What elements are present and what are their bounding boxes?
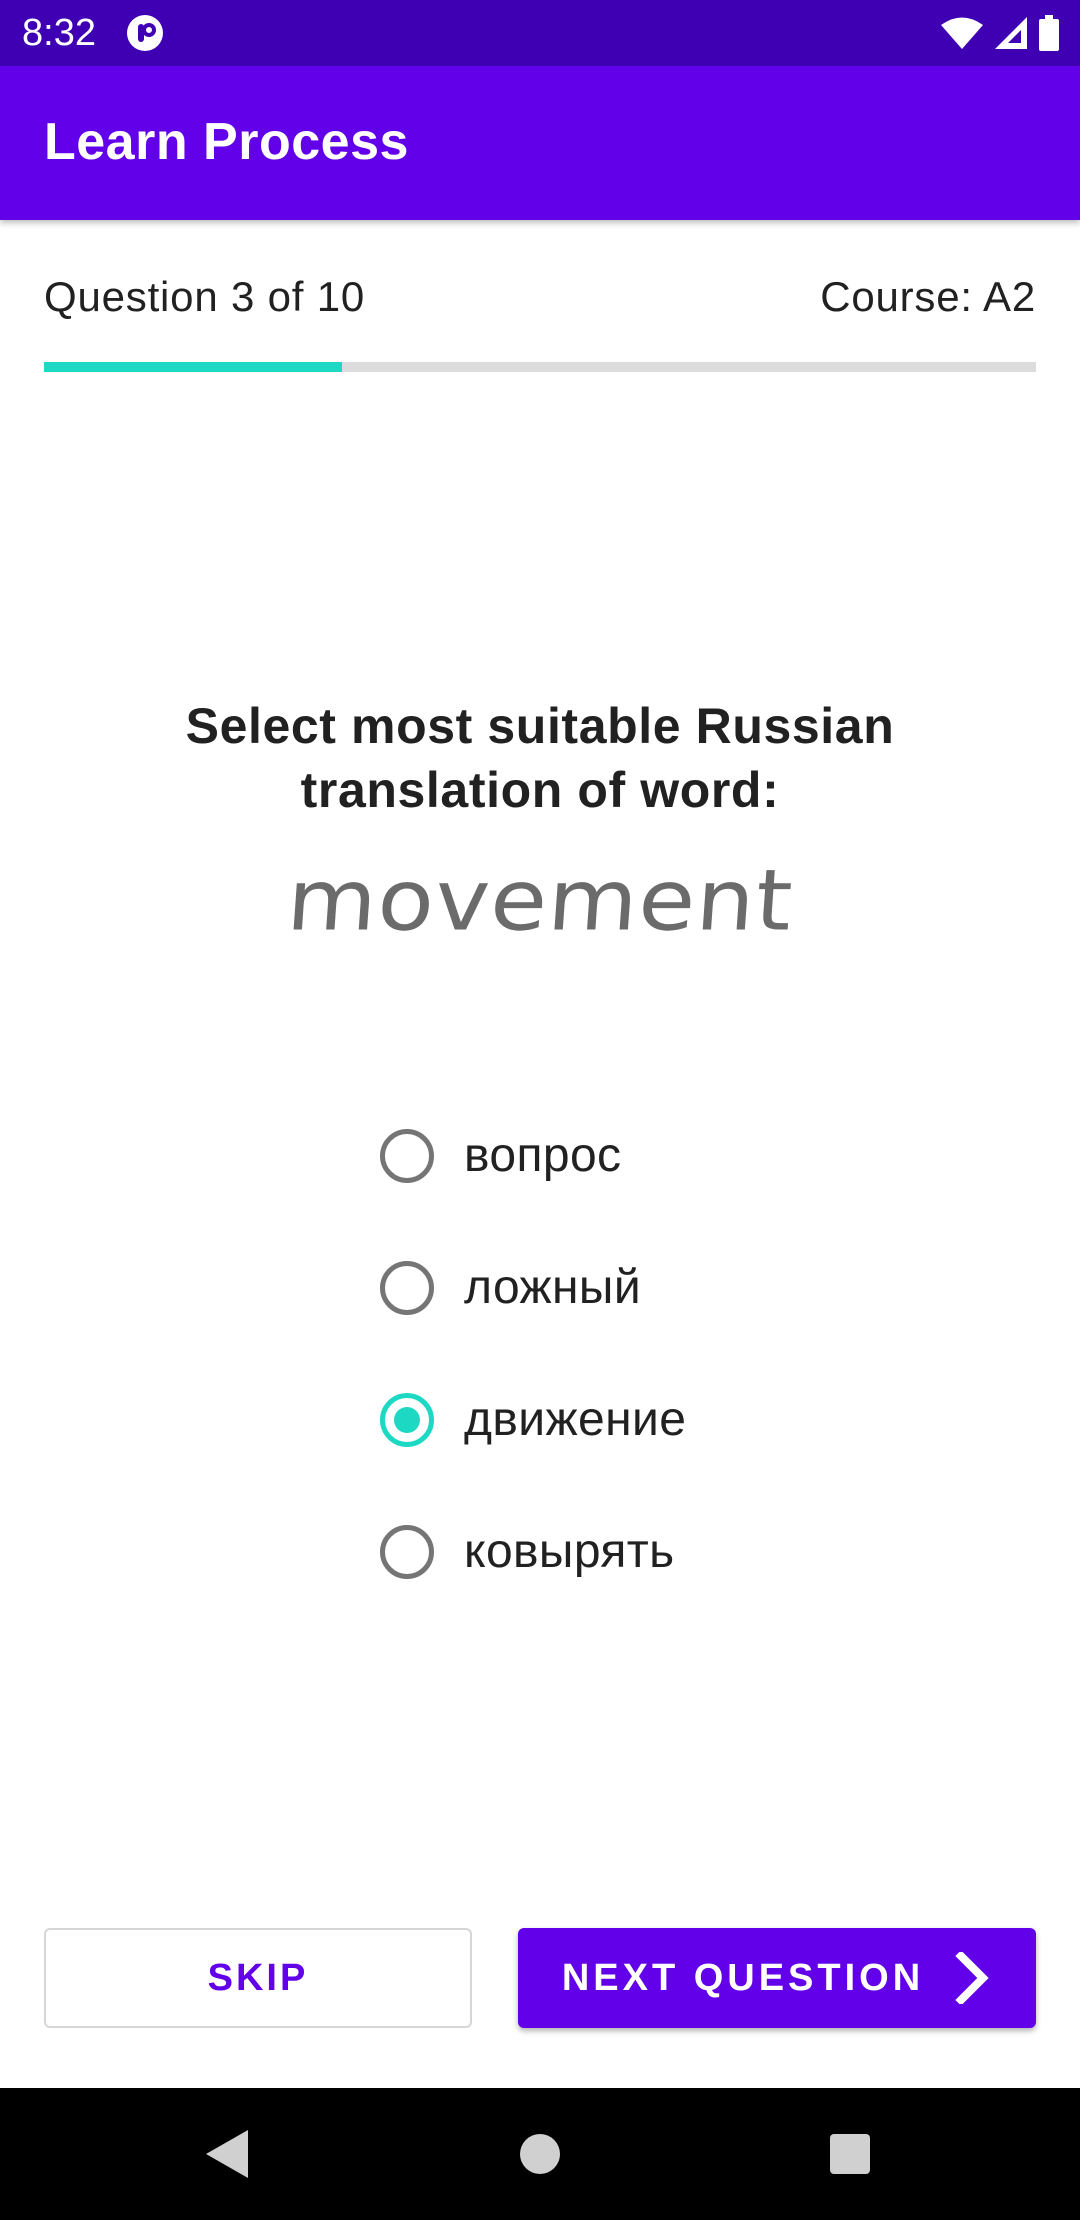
course-label: Course: A2 [820, 273, 1036, 320]
option-4[interactable]: ковырять [380, 1486, 980, 1618]
radio-button[interactable] [380, 1525, 434, 1579]
chevron-right-icon [955, 1952, 989, 2004]
radio-button[interactable] [380, 1393, 434, 1447]
back-icon[interactable] [202, 2128, 252, 2180]
option-3[interactable]: движение [380, 1354, 980, 1486]
next-question-button[interactable]: NEXT QUESTION [518, 1928, 1036, 2028]
status-icons [940, 14, 1060, 52]
option-label: ковырять [464, 1525, 675, 1578]
system-nav-bar [0, 2088, 1080, 2220]
skip-button[interactable]: SKIP [44, 1928, 472, 2028]
next-question-label: NEXT QUESTION [561, 1956, 925, 1999]
app-notification-icon [127, 15, 163, 51]
question-counter: Question 3 of 10 [44, 273, 366, 320]
option-label: вопрос [464, 1129, 622, 1182]
answer-options: вопрос ложный движение ковырять [380, 1090, 980, 1618]
recents-icon[interactable] [830, 2134, 870, 2174]
progress-bar [44, 362, 1036, 372]
option-2[interactable]: ложный [380, 1222, 980, 1354]
skip-button-label: SKIP [207, 1956, 309, 1999]
app-bar: Learn Process [0, 66, 1080, 220]
progress-fill [44, 362, 342, 372]
home-icon[interactable] [520, 2134, 560, 2174]
app-title: Learn Process [44, 113, 409, 171]
question-prompt: Select most suitable Russian translation… [185, 698, 895, 818]
radio-button[interactable] [380, 1129, 434, 1183]
option-label: ложный [464, 1261, 642, 1314]
status-bar: 8:32 [0, 0, 1080, 66]
cellular-signal-icon [995, 17, 1027, 49]
wifi-icon [941, 17, 983, 49]
status-time: 8:32 [22, 12, 96, 54]
battery-icon [1039, 15, 1059, 51]
radio-button[interactable] [380, 1261, 434, 1315]
option-label: движение [464, 1393, 687, 1446]
option-1[interactable]: вопрос [380, 1090, 980, 1222]
target-word: movement [283, 851, 797, 950]
